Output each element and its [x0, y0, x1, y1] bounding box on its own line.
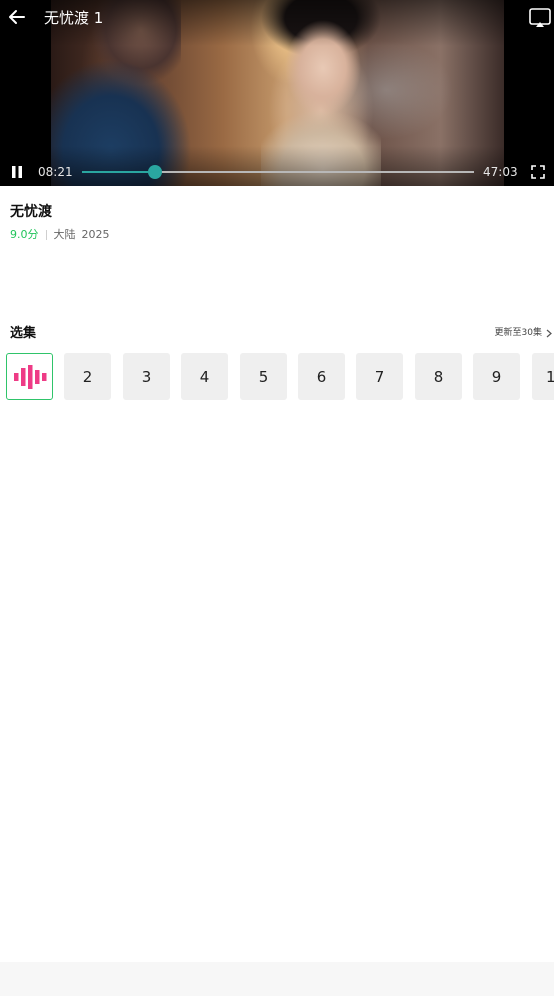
bottom-bar [0, 962, 554, 996]
progress-fill [82, 171, 155, 173]
pause-button[interactable] [8, 163, 26, 181]
episode-item[interactable]: 7 [356, 353, 403, 400]
bottom-gradient [0, 146, 554, 186]
episodes-update-link[interactable]: 更新至30集 [495, 326, 552, 340]
show-title: 无忧渡 [10, 204, 52, 220]
episode-item[interactable]: 6 [298, 353, 345, 400]
pause-icon [12, 166, 22, 178]
fullscreen-button[interactable] [529, 163, 547, 181]
progress-bar[interactable] [82, 165, 474, 179]
episode-item[interactable]: 3 [123, 353, 170, 400]
episode-list: 23456789 10 [0, 353, 554, 401]
episode-item[interactable]: 10 [532, 353, 554, 400]
episode-item[interactable]: 4 [181, 353, 228, 400]
chevron-right-icon [546, 329, 552, 338]
episode-item[interactable]: 9 [473, 353, 520, 400]
episode-item[interactable]: 2 [64, 353, 111, 400]
playing-equalizer-icon [13, 364, 46, 389]
player-title: 无忧渡 1 [44, 9, 104, 27]
episode-item[interactable]: 8 [415, 353, 462, 400]
region: 大陆 [53, 228, 76, 241]
year: 2025 [81, 228, 110, 241]
progress-thumb[interactable] [147, 165, 162, 179]
back-arrow-icon [9, 10, 25, 24]
episode-item[interactable] [6, 353, 53, 400]
meta-divider [45, 230, 47, 240]
episodes-heading: 选集 [10, 326, 37, 341]
show-meta: 9.0分 大陆 2025 [10, 228, 110, 242]
video-detail-page: 无忧渡 1 08:21 47:03 无忧渡 9.0分 大陆 2025 选集 更新… [0, 0, 554, 996]
cast-icon [529, 8, 551, 27]
fullscreen-icon [531, 165, 545, 179]
back-button[interactable] [4, 4, 30, 30]
rating: 9.0分 [10, 228, 39, 241]
episode-item[interactable]: 5 [240, 353, 287, 400]
update-text: 更新至30集 [494, 328, 542, 338]
video-player[interactable]: 无忧渡 1 08:21 47:03 [0, 0, 554, 186]
total-time: 47:03 [483, 165, 518, 179]
cast-button[interactable] [528, 6, 552, 30]
current-time: 08:21 [38, 165, 73, 179]
